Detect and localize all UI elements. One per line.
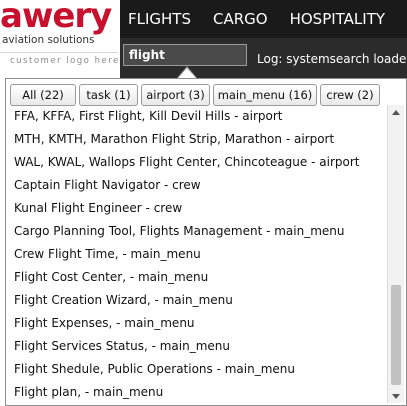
list-item[interactable]: Flight Shedule, Public Operations - main…	[8, 358, 402, 381]
scroll-up-icon[interactable]	[388, 105, 404, 119]
scrollbar-thumb[interactable]	[391, 285, 401, 385]
results-list: FFA, KFFA, First Flight, Kill Devil Hill…	[8, 105, 402, 401]
list-item[interactable]: FFA, KFFA, First Flight, Kill Devil Hill…	[8, 105, 402, 128]
page: awery aviation solutions customer logo h…	[0, 0, 407, 406]
brand-logo[interactable]: awery	[0, 0, 112, 36]
tab-task[interactable]: task (1)	[79, 84, 138, 106]
main-nav: FLIGHTS CARGO HOSPITALITY BR	[120, 0, 407, 38]
list-item[interactable]: Flight plan, - main_menu	[8, 381, 402, 401]
brand-tagline: aviation solutions	[2, 34, 95, 46]
tab-main-menu[interactable]: main_menu (16)	[213, 84, 317, 106]
list-item[interactable]: MTH, KMTH, Marathon Flight Strip, Marath…	[8, 128, 402, 151]
logo-divider	[0, 52, 118, 53]
log-status: Log: systemsearch loaded	[257, 52, 407, 66]
customer-logo-placeholder: customer logo here	[10, 56, 120, 66]
results-scrollbar[interactable]	[387, 105, 404, 403]
list-item[interactable]: Flight Creation Wizard, - main_menu	[8, 289, 402, 312]
list-item[interactable]: WAL, KWAL, Wallops Flight Center, Chinco…	[8, 151, 402, 174]
tab-airport[interactable]: airport (3)	[141, 84, 210, 106]
list-item[interactable]: Crew Flight Time, - main_menu	[8, 243, 402, 266]
list-item[interactable]: Flight Expenses, - main_menu	[8, 312, 402, 335]
nav-hospitality[interactable]: HOSPITALITY	[290, 10, 385, 28]
search-input[interactable]	[123, 44, 247, 66]
tab-all[interactable]: All (22)	[10, 84, 76, 106]
tab-crew[interactable]: crew (2)	[320, 84, 380, 106]
nav-flights[interactable]: FLIGHTS	[128, 10, 191, 28]
top-nav-bar: FLIGHTS CARGO HOSPITALITY BR	[120, 0, 407, 38]
list-item[interactable]: Flight Cost Center, - main_menu	[8, 266, 402, 289]
list-item[interactable]: Cargo Planning Tool, Flights Management …	[8, 220, 402, 243]
logo-area: awery aviation solutions customer logo h…	[0, 0, 120, 72]
popup-pointer	[178, 68, 196, 78]
list-item[interactable]: Flight Services Status, - main_menu	[8, 335, 402, 358]
list-item[interactable]: Kunal Flight Engineer - crew	[8, 197, 402, 220]
search-results-popup: All (22) task (1) airport (3) main_menu …	[5, 78, 407, 406]
list-item[interactable]: Captain Flight Navigator - crew	[8, 174, 402, 197]
search-bar: Log: systemsearch loaded	[120, 38, 407, 78]
nav-cargo[interactable]: CARGO	[213, 10, 268, 28]
result-filter-tabs: All (22) task (1) airport (3) main_menu …	[10, 84, 383, 106]
scroll-down-icon[interactable]	[388, 389, 404, 403]
